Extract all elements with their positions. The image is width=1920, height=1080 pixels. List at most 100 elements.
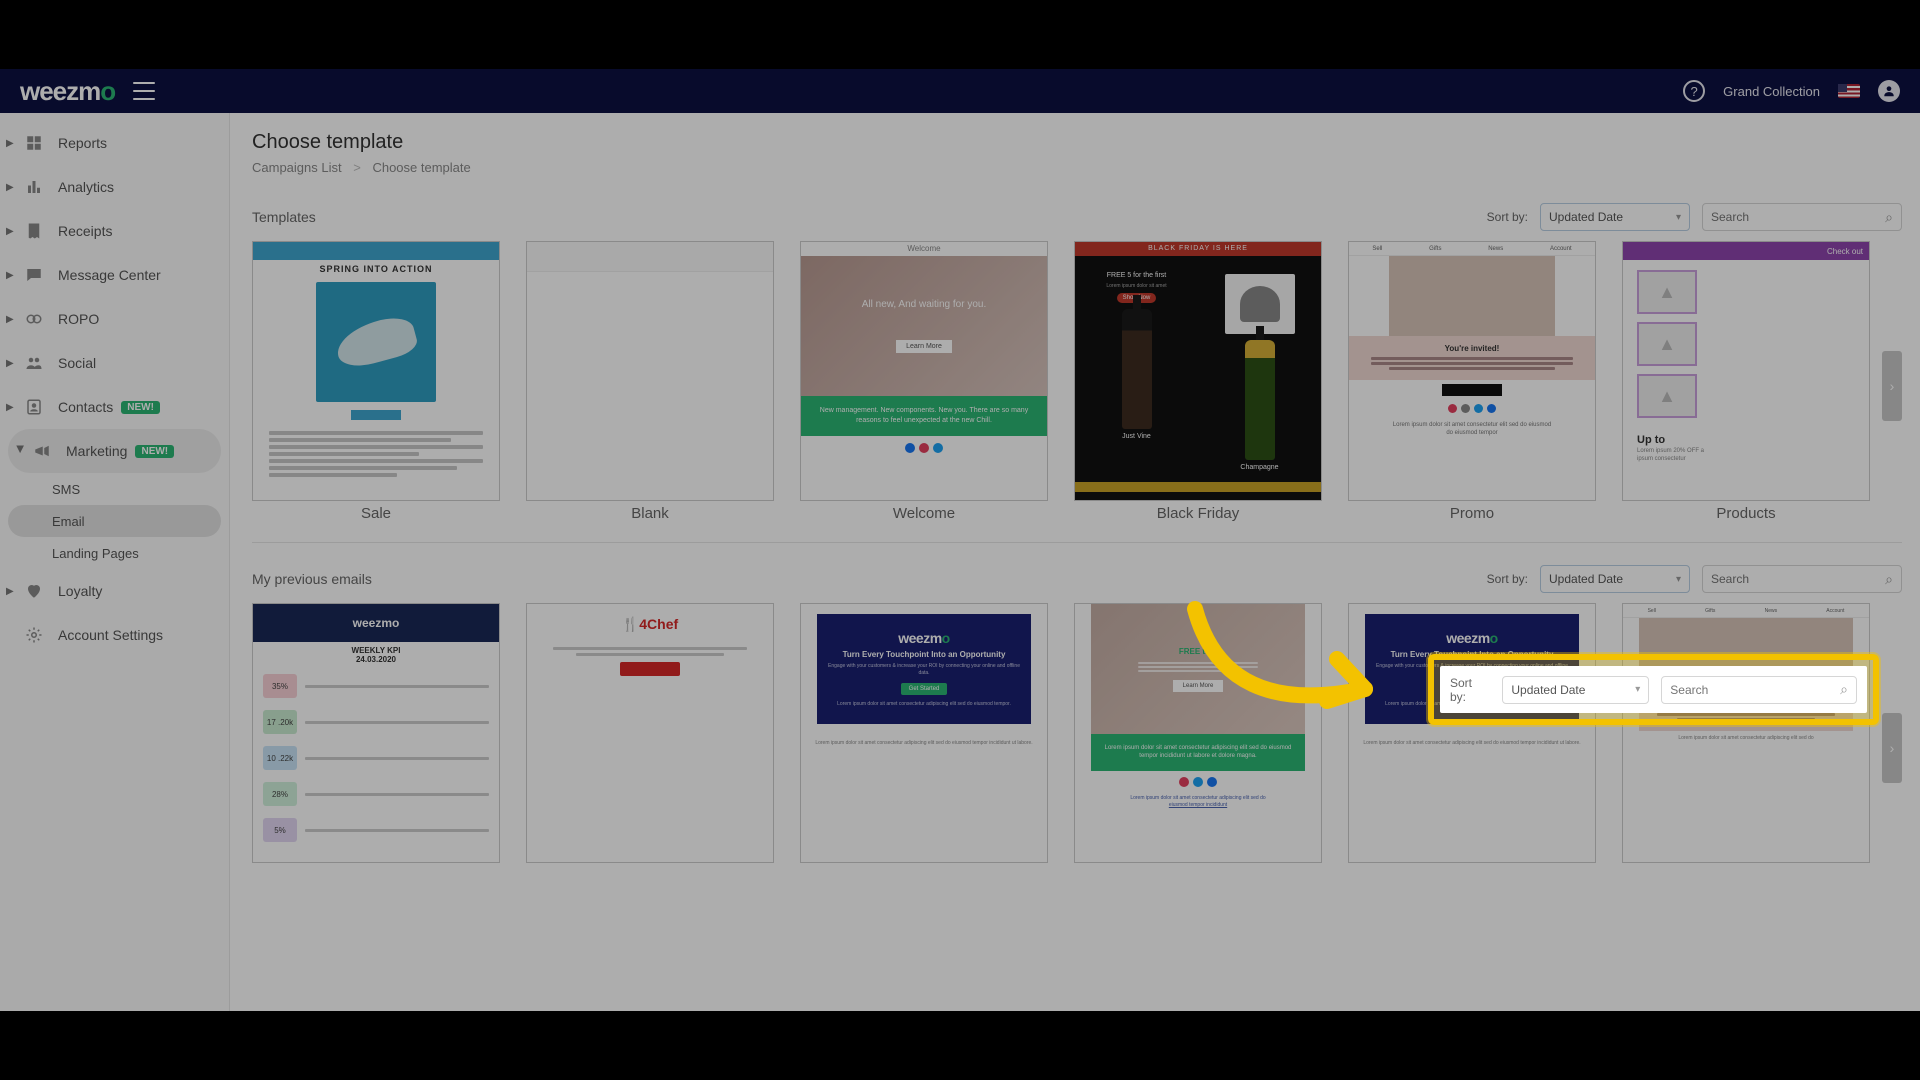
template-thumb: [526, 241, 774, 501]
template-thumb: Welcome All new, And waiting for you.Lea…: [800, 241, 1048, 501]
sidebar-subitem-landing-pages[interactable]: Landing Pages: [0, 537, 229, 569]
people-icon: [24, 353, 44, 373]
breadcrumb-link[interactable]: Campaigns List: [252, 160, 342, 175]
contacts-icon: [24, 397, 44, 417]
account-avatar-button[interactable]: [1878, 80, 1900, 102]
dashboard-icon: [24, 133, 44, 153]
thumb-title: Up to: [1623, 428, 1869, 446]
sidebar-item-social[interactable]: ▶ Social: [0, 341, 229, 385]
chevron-right-icon: ▶: [6, 270, 18, 281]
org-name[interactable]: Grand Collection: [1723, 84, 1820, 99]
app-header: weezmo ? Grand Collection: [0, 69, 1920, 113]
sidebar-item-account-settings[interactable]: ▶ Account Settings: [0, 613, 229, 657]
previous-card[interactable]: FREE trial Learn More Lorem ipsum dolor …: [1074, 603, 1322, 863]
chevron-right-icon: ▶: [6, 314, 18, 325]
previous-sort-select[interactable]: Updated Date ▾: [1540, 565, 1690, 593]
receipt-icon: [24, 221, 44, 241]
previous-card[interactable]: weezmo Turn Every Touchpoint Into an Opp…: [1348, 603, 1596, 863]
brand-logo-o: o: [100, 76, 115, 106]
sidebar-item-label: Marketing: [66, 443, 127, 459]
megaphone-icon: [32, 441, 52, 461]
template-card-sale[interactable]: SPRING INTO ACTION Sale: [252, 241, 500, 522]
sidebar-item-label: Reports: [58, 135, 107, 151]
gear-icon: [24, 625, 44, 645]
section-title-templates: Templates: [252, 209, 1487, 225]
template-thumb: Check out ▲▲▲ Up to Lorem ipsum 20% OFF …: [1622, 241, 1870, 501]
sidebar-item-label: Receipts: [58, 223, 112, 239]
new-badge: NEW!: [121, 401, 160, 414]
new-badge: NEW!: [135, 445, 174, 458]
breadcrumb-current: Choose template: [372, 160, 470, 175]
language-flag-button[interactable]: [1838, 84, 1860, 98]
previous-next-button[interactable]: ›: [1882, 713, 1902, 783]
previous-thumb: weezmo WEEKLY KPI24.03.2020 35% 17 .20k …: [252, 603, 500, 863]
template-thumb: BLACK FRIDAY IS HERE FREE 5 for the firs…: [1074, 241, 1322, 501]
help-icon: ?: [1683, 80, 1705, 102]
templates-search-box[interactable]: ⌕: [1702, 203, 1902, 231]
sidebar-item-contacts[interactable]: ▶ Contacts NEW!: [0, 385, 229, 429]
template-thumb: SPRING INTO ACTION: [252, 241, 500, 501]
thumb-date: 24.03.2020: [356, 655, 396, 664]
thumb-bar: Welcome: [801, 242, 1047, 256]
flag-icon: [1838, 84, 1860, 98]
chart-icon: [24, 177, 44, 197]
select-value: Updated Date: [1549, 572, 1623, 586]
thumb-title: You're invited!: [1357, 344, 1587, 353]
sidebar-item-label: Social: [58, 355, 96, 371]
template-card-welcome[interactable]: Welcome All new, And waiting for you.Lea…: [800, 241, 1048, 522]
template-card-promo[interactable]: SellGiftsNewsAccount You're invited! Lor…: [1348, 241, 1596, 522]
help-button[interactable]: ?: [1683, 80, 1705, 102]
search-icon: ⌕: [1885, 571, 1893, 588]
previous-thumb: FREE trial Learn More Lorem ipsum dolor …: [1074, 603, 1322, 863]
chevron-right-icon: ▶: [6, 586, 18, 597]
chevron-down-icon: ▾: [1676, 574, 1681, 585]
thumb-button: Learn More: [896, 340, 952, 353]
sidebar-subitem-sms[interactable]: SMS: [0, 473, 229, 505]
template-card-products[interactable]: Check out ▲▲▲ Up to Lorem ipsum 20% OFF …: [1622, 241, 1870, 522]
templates-next-button[interactable]: ›: [1882, 351, 1902, 421]
sidebar-subitem-email[interactable]: Email: [8, 505, 221, 537]
section-title-previous: My previous emails: [252, 571, 1487, 587]
section-divider: [252, 542, 1902, 543]
thumb-bar: Check out: [1827, 247, 1863, 256]
sidebar-item-label: Loyalty: [58, 583, 102, 599]
sidebar-item-receipts[interactable]: ▶ Receipts: [0, 209, 229, 253]
thumb-button: Get Started: [901, 683, 948, 695]
thumb-sub: Engage with your customers & increase yo…: [827, 663, 1021, 677]
sidebar-item-loyalty[interactable]: ▶ Loyalty: [0, 569, 229, 613]
main-content: Choose template Campaigns List > Choose …: [230, 113, 1920, 1011]
sidebar-item-message-center[interactable]: ▶ Message Center: [0, 253, 229, 297]
thumb-title: SPRING INTO ACTION: [253, 260, 499, 278]
previous-card[interactable]: weezmo Turn Every Touchpoint Into an Opp…: [800, 603, 1048, 863]
templates-row: SPRING INTO ACTION Sale Blank Welcome: [252, 241, 1902, 522]
sidebar-item-ropo[interactable]: ▶ ROPO: [0, 297, 229, 341]
template-card-label: Promo: [1348, 505, 1596, 522]
previous-card[interactable]: weezmo WEEKLY KPI24.03.2020 35% 17 .20k …: [252, 603, 500, 863]
template-thumb: SellGiftsNewsAccount You're invited! Lor…: [1348, 241, 1596, 501]
sidebar-item-label: Account Settings: [58, 627, 163, 643]
previous-card[interactable]: 🍴 4Chef: [526, 603, 774, 863]
thumb-bar: BLACK FRIDAY IS HERE: [1075, 242, 1321, 256]
sidebar-item-marketing[interactable]: ▶ Marketing NEW!: [8, 429, 221, 473]
chevron-right-icon: ▶: [6, 182, 18, 193]
previous-card[interactable]: SellGiftsNewsAccount Lorem ipsum dolor s…: [1622, 603, 1870, 863]
previous-search-box[interactable]: ⌕: [1702, 565, 1902, 593]
sidebar: ▶ Reports ▶ Analytics ▶ Receipts ▶ Messa…: [0, 113, 230, 1011]
previous-thumb: weezmo Turn Every Touchpoint Into an Opp…: [1348, 603, 1596, 863]
template-card-label: Sale: [252, 505, 500, 522]
template-card-blank[interactable]: Blank: [526, 241, 774, 522]
templates-search-input[interactable]: [1711, 210, 1885, 224]
sidebar-item-analytics[interactable]: ▶ Analytics: [0, 165, 229, 209]
menu-toggle-button[interactable]: [133, 82, 155, 100]
thumb-title: FREE trial: [1179, 647, 1217, 656]
template-card-label: Products: [1622, 505, 1870, 522]
sidebar-item-reports[interactable]: ▶ Reports: [0, 121, 229, 165]
template-card-label: Black Friday: [1074, 505, 1322, 522]
page-title: Choose template: [252, 131, 1902, 154]
previous-search-input[interactable]: [1711, 572, 1885, 586]
chevron-right-icon: ▶: [6, 226, 18, 237]
templates-sort-select[interactable]: Updated Date ▾: [1540, 203, 1690, 231]
thumb-social-icons: [801, 436, 1047, 460]
previous-thumb: SellGiftsNewsAccount Lorem ipsum dolor s…: [1622, 603, 1870, 863]
template-card-black-friday[interactable]: BLACK FRIDAY IS HERE FREE 5 for the firs…: [1074, 241, 1322, 522]
